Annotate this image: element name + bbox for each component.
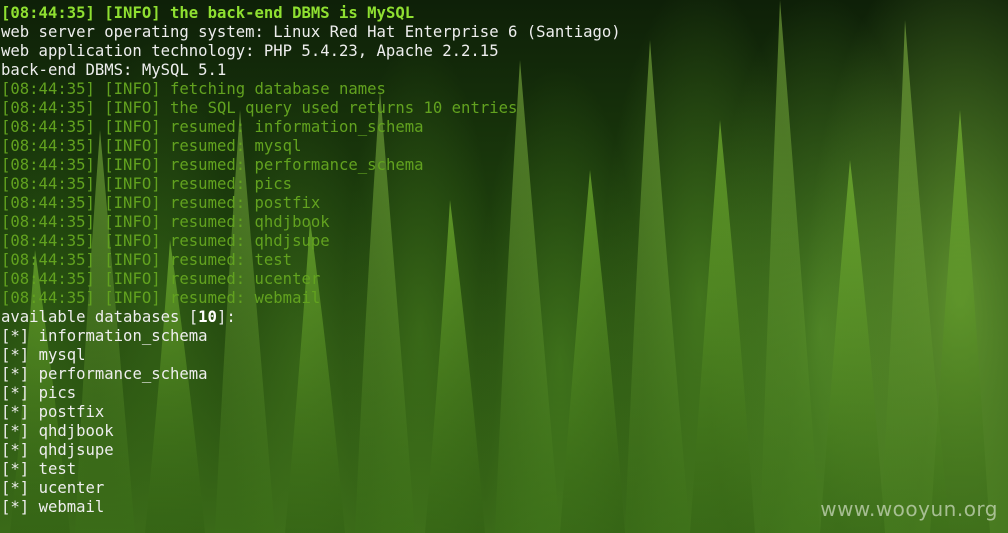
database-item: [*] ucenter — [1, 479, 105, 497]
log-line: [08:44:35] [INFO] resumed: pics — [1, 175, 293, 193]
database-item: [*] qhdjsupe — [1, 441, 114, 459]
server-tech-line: web application technology: PHP 5.4.23, … — [1, 42, 499, 60]
terminal-window[interactable]: [08:44:35] [INFO] the back-end DBMS is M… — [0, 0, 1008, 533]
database-item: [*] performance_schema — [1, 365, 208, 383]
available-databases-header: available databases [10]: — [1, 308, 236, 326]
server-os-line: web server operating system: Linux Red H… — [1, 23, 621, 41]
watermark: www.wooyun.org — [820, 497, 998, 521]
database-item: [*] webmail — [1, 498, 105, 516]
database-item: [*] pics — [1, 384, 77, 402]
log-line: [08:44:35] [INFO] resumed: performance_s… — [1, 156, 424, 174]
log-line: [08:44:35] [INFO] resumed: postfix — [1, 194, 321, 212]
database-item: [*] information_schema — [1, 327, 208, 345]
log-line: [08:44:35] [INFO] fetching database name… — [1, 80, 386, 98]
log-line-dbms-detected: [08:44:35] [INFO] the back-end DBMS is M… — [1, 4, 415, 22]
server-dbms-line: back-end DBMS: MySQL 5.1 — [1, 61, 227, 79]
log-line: [08:44:35] [INFO] resumed: qhdjsupe — [1, 232, 330, 250]
database-item: [*] test — [1, 460, 77, 478]
log-line: [08:44:35] [INFO] resumed: ucenter — [1, 270, 321, 288]
log-line: [08:44:35] [INFO] resumed: webmail — [1, 289, 321, 307]
log-line: [08:44:35] [INFO] resumed: mysql — [1, 137, 302, 155]
log-line: [08:44:35] [INFO] resumed: test — [1, 251, 293, 269]
database-item: [*] mysql — [1, 346, 86, 364]
log-line: [08:44:35] [INFO] resumed: information_s… — [1, 118, 424, 136]
log-line: [08:44:35] [INFO] resumed: qhdjbook — [1, 213, 330, 231]
database-item: [*] qhdjbook — [1, 422, 114, 440]
database-item: [*] postfix — [1, 403, 105, 421]
log-line: [08:44:35] [INFO] the SQL query used ret… — [1, 99, 518, 117]
terminal-output: [08:44:35] [INFO] the back-end DBMS is M… — [1, 4, 621, 517]
